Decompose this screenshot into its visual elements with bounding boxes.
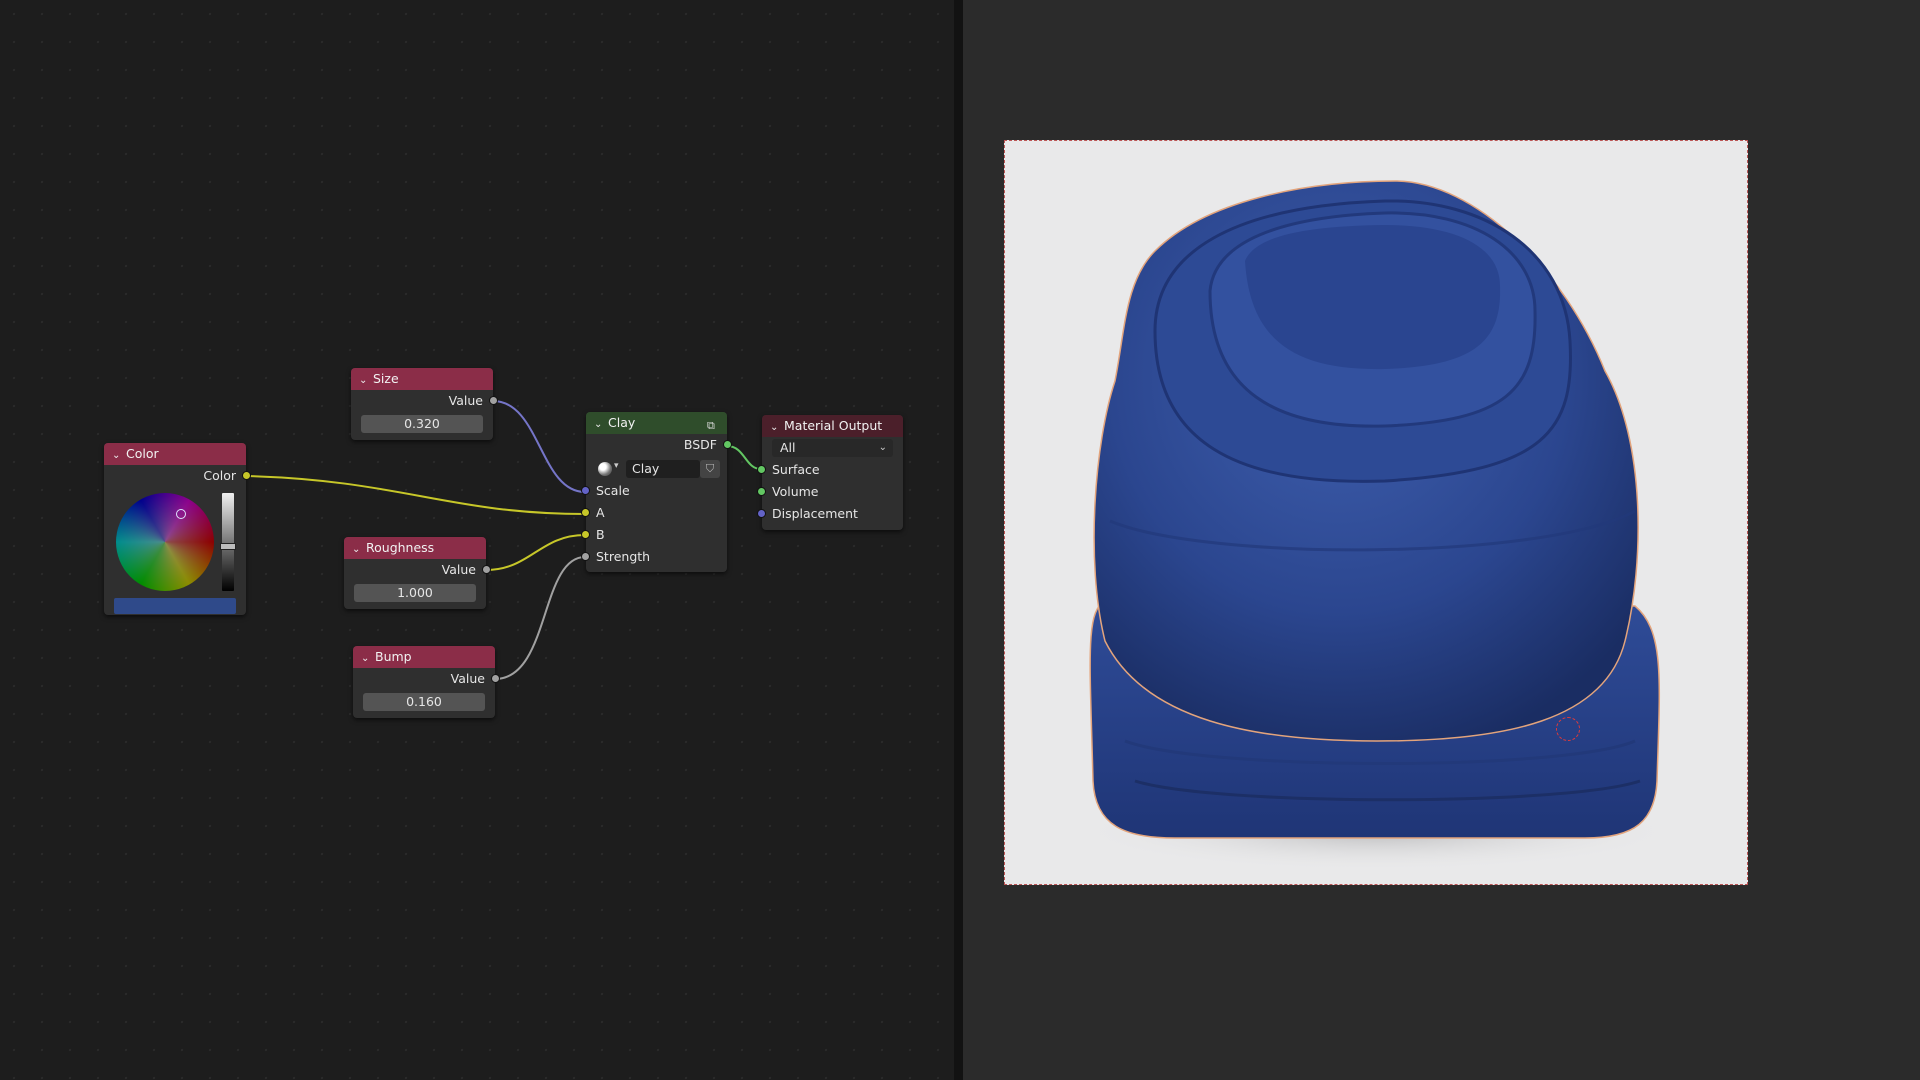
clay-input-a: A (581, 502, 727, 524)
bump-output-label: Value (450, 671, 485, 686)
clay-a-socket[interactable] (581, 508, 590, 517)
roughness-output-label: Value (441, 562, 476, 577)
output-input-surface: Surface (757, 459, 903, 481)
material-output-title: Material Output (784, 418, 883, 433)
roughness-node-header[interactable]: ⌄ Roughness (344, 537, 486, 559)
color-wheel-cursor[interactable] (176, 509, 186, 519)
chevron-down-icon[interactable]: ⌄ (352, 539, 366, 561)
size-output-label: Value (448, 393, 483, 408)
area-divider[interactable] (954, 0, 963, 1080)
output-input-displacement: Displacement (757, 503, 903, 525)
clay-input-label: Strength (596, 549, 651, 564)
value-slider[interactable] (222, 493, 234, 591)
clay-material-selector[interactable]: ▾ Clay ⛉ (586, 458, 727, 480)
material-output-node[interactable]: ⌄ Material Output All ⌄ Surface Volume Di… (757, 415, 903, 530)
clay-input-label: Scale (596, 483, 630, 498)
output-input-volume: Volume (757, 481, 903, 503)
bump-value-field[interactable]: 0.160 (363, 693, 485, 711)
chevron-down-icon: ⌄ (878, 442, 887, 453)
clay-input-strength: Strength (581, 546, 727, 568)
size-node[interactable]: ⌄ Size Value 0.320 (351, 368, 498, 440)
render-preview[interactable] (1004, 140, 1748, 885)
clay-bsdf-socket[interactable] (723, 440, 732, 449)
chevron-down-icon[interactable]: ⌄ (359, 370, 373, 392)
node-editor[interactable]: ⌄ Color Color ⌄ Size Value 0.320 ⌄ Roughnes… (0, 0, 954, 1080)
output-input-label: Surface (772, 462, 820, 477)
bump-node[interactable]: ⌄ Bump Value 0.160 (353, 646, 500, 718)
color-node[interactable]: ⌄ Color Color (104, 443, 251, 615)
roughness-node[interactable]: ⌄ Roughness Value 1.000 (344, 537, 491, 609)
roughness-output-socket[interactable] (482, 565, 491, 574)
output-input-label: Volume (772, 484, 819, 499)
bump-output-socket[interactable] (491, 674, 500, 683)
chevron-down-icon[interactable]: ⌄ (112, 445, 126, 467)
fake-user-shield-icon[interactable]: ⛉ (700, 460, 720, 478)
displacement-socket[interactable] (757, 509, 766, 518)
clay-output-label: BSDF (683, 437, 717, 452)
size-node-header[interactable]: ⌄ Size (351, 368, 493, 390)
clay-input-label: B (596, 527, 605, 542)
color-swatch[interactable] (114, 598, 236, 614)
clay-b-socket[interactable] (581, 530, 590, 539)
bump-node-title: Bump (375, 649, 412, 664)
link-roughness-to-b (485, 534, 586, 571)
bump-output-row: Value (353, 668, 500, 690)
color-node-title: Color (126, 446, 159, 461)
color-output-row: Color (104, 465, 251, 487)
link-size-to-scale (492, 400, 586, 493)
link-bsdf-to-surface (726, 445, 762, 470)
material-sphere-icon[interactable] (598, 462, 612, 476)
clay-object-render (1077, 180, 1677, 871)
roughness-value-field[interactable]: 1.000 (354, 584, 476, 602)
clay-scale-socket[interactable] (581, 486, 590, 495)
3d-viewport[interactable] (963, 0, 1920, 1080)
material-output-header[interactable]: ⌄ Material Output (762, 415, 903, 437)
3d-cursor-icon[interactable] (1556, 717, 1580, 741)
link-color-to-a (245, 475, 586, 515)
roughness-node-title: Roughness (366, 540, 435, 555)
size-output-row: Value (351, 390, 498, 412)
clay-input-b: B (581, 524, 727, 546)
color-output-label: Color (203, 468, 236, 483)
color-output-socket[interactable] (242, 471, 251, 480)
render-target-dropdown[interactable]: All ⌄ (772, 439, 893, 457)
color-node-header[interactable]: ⌄ Color (104, 443, 246, 465)
size-node-title: Size (373, 371, 399, 386)
clay-node-header[interactable]: ⌄ Clay ⧉ (586, 412, 727, 434)
color-wheel[interactable] (116, 493, 214, 591)
bump-node-header[interactable]: ⌄ Bump (353, 646, 495, 668)
roughness-output-row: Value (344, 559, 491, 581)
output-input-label: Displacement (772, 506, 858, 521)
node-group-icon[interactable]: ⧉ (707, 415, 721, 432)
link-bump-to-strength (494, 556, 586, 680)
chevron-down-icon[interactable]: ⌄ (594, 414, 608, 436)
clay-input-scale: Scale (581, 480, 727, 502)
clay-material-name[interactable]: Clay (626, 460, 700, 478)
chevron-down-icon[interactable]: ▾ (614, 461, 619, 471)
value-slider-handle[interactable] (220, 543, 236, 550)
clay-strength-socket[interactable] (581, 552, 590, 561)
chevron-down-icon[interactable]: ⌄ (361, 648, 375, 670)
surface-socket[interactable] (757, 465, 766, 474)
chevron-down-icon[interactable]: ⌄ (770, 417, 784, 439)
clay-node-title: Clay (608, 415, 636, 430)
clay-output-row: BSDF (586, 434, 732, 456)
size-value-field[interactable]: 0.320 (361, 415, 483, 433)
clay-node[interactable]: ⌄ Clay ⧉ BSDF ▾ Clay ⛉ Scale A B Strength (581, 412, 732, 572)
clay-input-label: A (596, 505, 605, 520)
volume-socket[interactable] (757, 487, 766, 496)
size-output-socket[interactable] (489, 396, 498, 405)
render-target-value: All (780, 440, 796, 455)
